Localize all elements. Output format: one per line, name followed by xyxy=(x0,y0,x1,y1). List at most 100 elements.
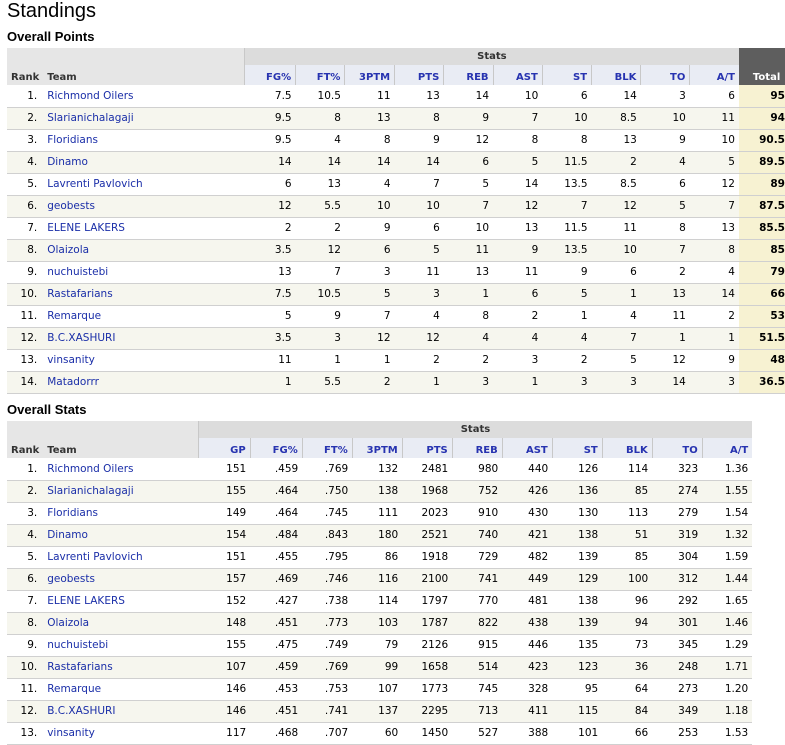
stat-cell-reb: 8 xyxy=(443,305,494,328)
team-link[interactable]: ELENE LAKERS xyxy=(43,590,199,613)
table-row: 13. vinsanity 11 1 1 2 2 3 2 5 12 9 48 xyxy=(7,349,785,372)
stat-cell-to: 12 xyxy=(640,349,690,372)
stat-cell-3ptm: 137 xyxy=(352,700,403,723)
team-link[interactable]: vinsanity xyxy=(43,349,245,372)
stat-cell-pts: 1918 xyxy=(402,546,453,569)
stat-cell-blk: 12 xyxy=(591,195,641,218)
stat-cell-a-t: 7 xyxy=(689,195,739,218)
column-header-ft[interactable]: FT% xyxy=(301,438,353,458)
team-link[interactable]: Dinamo xyxy=(43,524,199,547)
rank-cell: 10. xyxy=(7,283,44,306)
stat-cell-to: 10 xyxy=(640,107,690,130)
team-link[interactable]: Rastafarians xyxy=(43,656,199,679)
stat-cell-reb: 10 xyxy=(443,217,494,240)
team-link[interactable]: geobests xyxy=(43,568,199,591)
team-link[interactable]: Slarianichalagaji xyxy=(43,107,245,130)
team-link[interactable]: Slarianichalagaji xyxy=(43,480,199,503)
stats-table: Stats Rank Team GP FG% FT% 3PTM PTS REB AST ST BLK… xyxy=(7,421,753,745)
team-link[interactable]: vinsanity xyxy=(43,722,199,745)
team-link[interactable]: Richmond Oilers xyxy=(43,85,245,108)
column-header-blk[interactable]: BLK xyxy=(591,65,641,85)
stat-cell-a-t: 12 xyxy=(689,173,739,196)
column-header-3ptm[interactable]: 3PTM xyxy=(344,65,395,85)
column-header-st[interactable]: ST xyxy=(541,65,592,85)
column-header-ast[interactable]: AST xyxy=(492,65,543,85)
team-link[interactable]: ELENE LAKERS xyxy=(43,217,245,240)
column-header-fg[interactable]: FG% xyxy=(249,438,303,458)
column-header-ast[interactable]: AST xyxy=(501,438,553,458)
stat-cell-pts: 3 xyxy=(394,283,444,306)
column-header-to[interactable]: TO xyxy=(651,438,703,458)
team-link[interactable]: Remarque xyxy=(43,305,245,328)
stat-cell-blk: 73 xyxy=(602,634,653,657)
column-header-3ptm[interactable]: 3PTM xyxy=(351,438,403,458)
column-header-to[interactable]: TO xyxy=(640,65,690,85)
stat-cell-total: 36.5 xyxy=(738,371,785,394)
column-header-ft[interactable]: FT% xyxy=(295,65,345,85)
stat-cell-ft: 3 xyxy=(295,327,345,350)
stat-cell-st: 129 xyxy=(552,568,603,591)
column-header-reb[interactable]: REB xyxy=(451,438,503,458)
stat-cell-to: 7 xyxy=(640,239,690,262)
stat-cell-blk: 100 xyxy=(602,568,653,591)
column-header-a-t[interactable]: A/T xyxy=(689,65,739,85)
team-link[interactable]: Olaizola xyxy=(43,612,199,635)
team-link[interactable]: Rastafarians xyxy=(43,283,245,306)
team-link[interactable]: Dinamo xyxy=(43,151,245,174)
table-row: 6. geobests 157.469.746 116 2100 741 449 129 100… xyxy=(7,568,753,591)
team-link[interactable]: nuchuistebi xyxy=(43,261,245,284)
column-header-reb[interactable]: REB xyxy=(443,65,494,85)
table-row: 13. vinsanity 117.468.707 60 1450 527 388 101 66… xyxy=(7,722,753,745)
team-link[interactable]: B.C.XASHURI xyxy=(43,327,245,350)
group-spacer xyxy=(7,421,199,438)
stat-cell-ast: 411 xyxy=(502,700,553,723)
stat-cell-pts: 2126 xyxy=(402,634,453,657)
stat-cell-total: 53 xyxy=(738,305,785,328)
table-row: 10. Rastafarians 107.459.769 99 1658 514 423 12… xyxy=(7,656,753,679)
team-link[interactable]: Richmond Oilers xyxy=(43,458,199,481)
column-header-pts[interactable]: PTS xyxy=(401,438,453,458)
team-link[interactable]: Matadorrr xyxy=(43,371,245,394)
stat-cell-to: 292 xyxy=(652,590,703,613)
column-header-a-t[interactable]: A/T xyxy=(701,438,753,458)
table-row: 4. Dinamo 14 14 14 14 6 5 11.5 2 4 5 89.5 xyxy=(7,151,785,174)
column-header-total[interactable]: Total xyxy=(738,65,785,85)
team-link[interactable]: geobests xyxy=(43,195,245,218)
stat-cell-to: 5 xyxy=(640,195,690,218)
rank-cell: 12. xyxy=(7,700,44,723)
column-header-gp[interactable]: GP xyxy=(197,438,251,458)
team-link[interactable]: B.C.XASHURI xyxy=(43,700,199,723)
team-link[interactable]: Lavrenti Pavlovich xyxy=(43,546,199,569)
stat-cell-reb: 729 xyxy=(452,546,503,569)
column-header-st[interactable]: ST xyxy=(551,438,603,458)
team-link[interactable]: Lavrenti Pavlovich xyxy=(43,173,245,196)
team-link[interactable]: Floridians xyxy=(43,502,199,525)
stat-cell-gp: 107 xyxy=(198,656,251,679)
table-row: 8. Olaizola 148.451.773 103 1787 822 438 139 94 3… xyxy=(7,612,753,635)
stat-cell-fg: 14 xyxy=(244,151,296,174)
stat-cell-st: 126 xyxy=(552,458,603,481)
stat-cell-ft: 13 xyxy=(295,173,345,196)
stat-cell-3ptm: 3 xyxy=(344,261,395,284)
rank-cell: 7. xyxy=(7,590,44,613)
stat-cell-reb: 741 xyxy=(452,568,503,591)
table-row: 8. Olaizola 3.5 12 6 5 11 9 13.5 10 7 8 85 xyxy=(7,239,785,262)
stat-cell-ft: .707 xyxy=(302,722,353,745)
stat-cell-blk: 85 xyxy=(602,546,653,569)
team-link[interactable]: nuchuistebi xyxy=(43,634,199,657)
column-header-blk[interactable]: BLK xyxy=(601,438,653,458)
stat-cell-reb: 3 xyxy=(443,371,494,394)
stat-cell-gp: 149 xyxy=(198,502,251,525)
team-link[interactable]: Remarque xyxy=(43,678,199,701)
stat-cell-ast: 438 xyxy=(502,612,553,635)
table-row: 12. B.C.XASHURI 3.5 3 12 12 4 4 4 7 1 1 51.5 xyxy=(7,327,785,350)
stat-cell-gp: 155 xyxy=(198,480,251,503)
team-link[interactable]: Olaizola xyxy=(43,239,245,262)
rank-cell: 3. xyxy=(7,502,44,525)
stat-cell-3ptm: 132 xyxy=(352,458,403,481)
column-header-fg[interactable]: FG% xyxy=(243,65,296,85)
team-link[interactable]: Floridians xyxy=(43,129,245,152)
column-header-pts[interactable]: PTS xyxy=(394,65,444,85)
stat-cell-pts: 2521 xyxy=(402,524,453,547)
stat-cell-blk: 66 xyxy=(602,722,653,745)
